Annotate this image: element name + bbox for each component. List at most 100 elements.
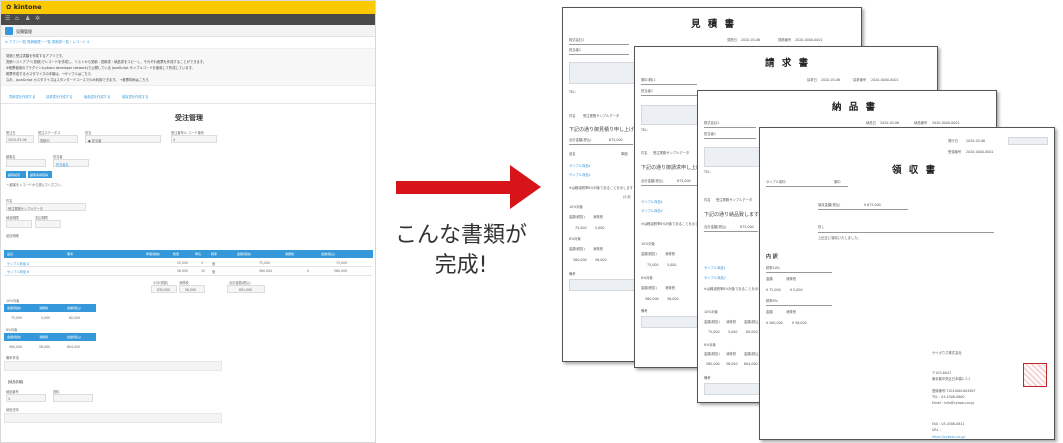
app-icon [5,27,13,35]
create-invoice-link[interactable]: 請求書を作成する [46,94,72,99]
underline [641,185,697,186]
tax8-label: 8%対象 [6,328,18,332]
remarks-field[interactable] [4,361,222,371]
subtotal-value: 635,000 [157,288,171,292]
message: 下記の通り納品致します [704,212,760,218]
underline [569,54,629,55]
underline [704,127,756,128]
divider [1,103,375,104]
table-cell: 0 [307,269,310,273]
tax8-label: 8%対象 [704,343,716,347]
star-icon[interactable]: ✲ [35,16,40,22]
tax10-cell: 80,000 [69,316,81,320]
tax8-cell: 560,000 [9,345,23,349]
create-estimate-link[interactable]: 見積書を作成する [9,94,35,99]
delivery-number-field [6,394,46,402]
breakdown-label: 内 訳 [766,254,778,260]
number-value: 2020-0000-0001 [871,78,899,82]
tax10-value: 75,000 [647,263,659,267]
field-label: 納品日時 [6,408,19,412]
table-cell-item[interactable]: サンプル商品 A [7,261,29,266]
tax8-header: 消費税 [665,286,675,290]
url-label: URL : [932,428,941,432]
table-header-cell: 消費税 [285,252,295,256]
tax10-header-cell: 金額(税抜) [7,306,22,310]
table-header-cell: 備考 [67,252,74,256]
tax8-header-cell: 消費税 [39,335,49,339]
create-delivery-link[interactable]: 納品書を作成する [84,94,110,99]
tax8-header-cell: 金額(税込) [67,335,82,339]
description-line: なお、JavaScript カスタマイズはスタンダードコースでのみ利用できます。… [6,78,149,82]
date-label: 納品日 [866,121,876,125]
tax10-header: 金額(税抜) [569,215,585,219]
record-number-value: 4 [173,138,176,142]
note: ※は軽減税率8%対象であることを示します [569,186,634,190]
table-cell: 75,000 [259,261,271,265]
kintone-header-bar: ✿ kintone [1,1,375,14]
contact-line: Email : info@cybozu.co.jp [932,401,975,405]
tax10-value: 80,000 [746,330,758,334]
arrow-right-icon [396,181,512,194]
payment-date-field[interactable] [35,220,61,228]
tax10-value: 5,000 [667,263,677,267]
tax8-header: 金額(税抜) [641,286,657,290]
remarks-label: 備考 [641,309,648,313]
home-icon[interactable]: ⌂ [15,16,19,22]
tax10-value: ¥ 5,000 [790,288,803,292]
table-cell: 75,000 [336,261,348,265]
shipping-field[interactable] [53,394,93,402]
message: 下記の通り御見積り申し上げます [569,127,645,133]
table-header-cell: 数量 [173,252,180,256]
table-cell-item[interactable]: サンプル商品 B [7,269,29,274]
tax10-header: 金額(税抜) [641,252,657,256]
contact-line: 登録番号:T1010001004567 [932,389,976,393]
delivery-date-field[interactable] [6,220,32,228]
table-cell: 560,000 [259,269,273,273]
total-value: 675,000 [609,138,623,142]
tax8-value: ¥ 560,000 [766,321,783,325]
underline [818,232,994,233]
breadcrumb[interactable]: ≡ アプリ一覧 見積管理 › 一覧 見積書一覧 › レコード 4 [5,40,89,44]
kintone-logo[interactable]: ✿ kintone [6,3,42,11]
tax10-value: 75,000 [708,330,720,334]
tax10-value: 75,000 [575,226,587,230]
receipt-document: 発行日 2020-03-06 受領番号 2020-0000-0001 領 収 書… [759,127,1055,440]
number-label: 見積番号 [778,38,792,42]
date-value: 2020-03-06 [821,78,841,82]
tax8-value: 56,000 [667,297,679,301]
customer-fetch-label: 顧客情報取得 [30,173,49,177]
note: ※は軽減税率8%対象であることを示します [641,222,706,226]
underline [766,305,832,306]
delivery-datetime-field[interactable] [4,413,222,423]
company-name: サイボウズ株式会社 [932,351,962,355]
person-label: 担当者1 [704,132,716,136]
tax8-header: 消費税 [786,310,796,314]
tel-label: TEL: [569,90,577,94]
recipient-label: 株式会社1 [569,38,585,42]
tax8-header: 消費税 [593,247,603,251]
date-label: 見積日 [727,38,737,42]
date-value: 2020-03-06 [880,121,900,125]
date-value: 2020-03-06 [966,139,986,143]
item-row: サンプル商品1 [704,266,726,270]
tax8-label: 8%対象 [569,237,581,241]
table-row-divider [4,275,373,276]
number-label: 受領番号 [948,150,962,154]
subject-label: 件名 [704,198,711,202]
tax8-cell: 604,000 [67,345,81,349]
item-row: サンプル商品1 [569,164,591,168]
app-description: 見積と受注書類を作成するアプリです。 見積リストアプリ(見積)でレコードを作成し… [1,48,375,86]
total-value: 675,000 [740,225,754,229]
menu-icon[interactable]: ☰ [5,16,10,22]
customer-field[interactable] [6,159,46,167]
people-icon[interactable]: ♟ [25,16,30,22]
tax8-value: 560,000 [645,297,659,301]
create-receipt-link[interactable]: 領収書を作成する [122,94,148,99]
status-value: 見積中 [40,139,50,143]
tel-label: TEL: [641,128,649,132]
address-box [704,147,760,167]
tax10-header-cell: 金額(税込) [67,306,82,310]
customer-contact-value[interactable]: 担当者名 [56,162,69,167]
table-header-cell: 単価(税抜) [146,252,161,256]
tax10-header: 金額(税込) [744,320,760,324]
